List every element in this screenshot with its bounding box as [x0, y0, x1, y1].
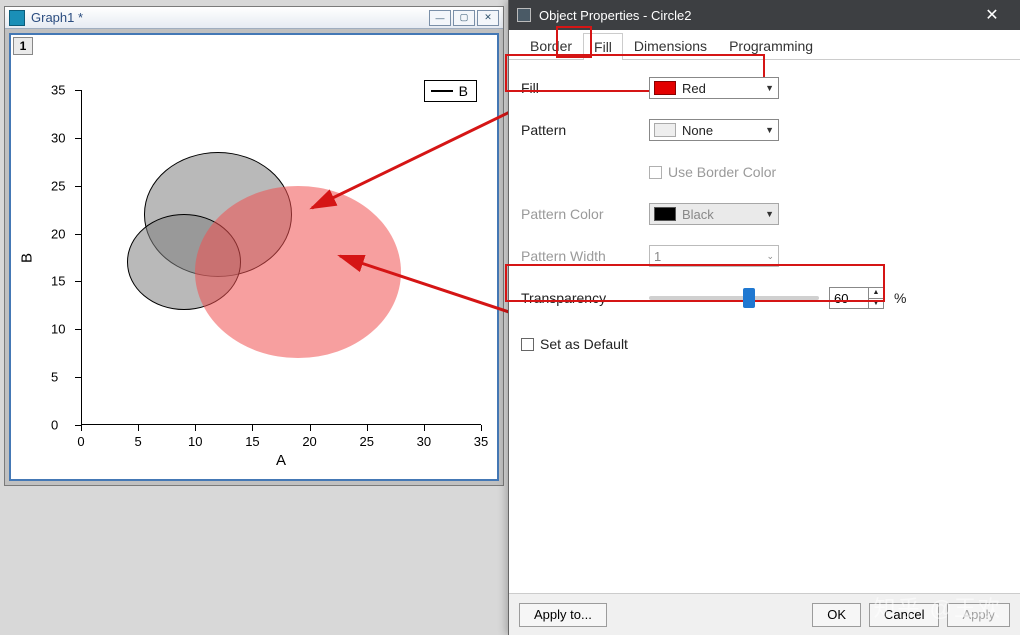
object-properties-dialog: Object Properties - Circle2 ✕ BorderFill… — [508, 0, 1020, 635]
fill-value: Red — [682, 81, 759, 96]
tick-label-x: 0 — [77, 434, 84, 449]
pattern-combo[interactable]: None ▼ — [649, 119, 779, 141]
tick-label-y: 35 — [51, 83, 65, 98]
graph-window: Graph1 * — ▢ ✕ 1 B A B 05101520253035051… — [4, 6, 504, 486]
apply-button[interactable]: Apply — [947, 603, 1010, 627]
dialog-content: Fill Red ▼ Pattern None ▼ Use Border Col… — [509, 60, 1020, 593]
chevron-down-icon: ⌄ — [766, 251, 774, 262]
close-icon[interactable]: ✕ — [972, 5, 1012, 25]
dialog-footer: Apply to... OK Cancel Apply — [509, 593, 1020, 635]
tick-label-y: 10 — [51, 322, 65, 337]
tick-x — [195, 425, 196, 431]
tick-y — [75, 329, 81, 330]
tick-label-x: 10 — [188, 434, 202, 449]
tick-label-y: 20 — [51, 226, 65, 241]
graph-body: 1 B A B 0510152025303505101520253035 — [9, 33, 499, 481]
tick-label-y: 30 — [51, 130, 65, 145]
tick-label-y: 15 — [51, 274, 65, 289]
ok-button[interactable]: OK — [812, 603, 861, 627]
tick-label-x: 30 — [417, 434, 431, 449]
transparency-unit: % — [894, 290, 906, 306]
tick-x — [367, 425, 368, 431]
tick-x — [481, 425, 482, 431]
layer-tab[interactable]: 1 — [13, 37, 33, 55]
tick-label-x: 15 — [245, 434, 259, 449]
tick-y — [75, 377, 81, 378]
tick-y — [75, 425, 81, 426]
pattern-width-label: Pattern Width — [521, 248, 639, 264]
tick-label-x: 25 — [359, 434, 373, 449]
graph-titlebar[interactable]: Graph1 * — ▢ ✕ — [5, 7, 503, 29]
chevron-down-icon: ▼ — [765, 209, 774, 219]
tick-label-x: 20 — [302, 434, 316, 449]
graph-icon — [9, 10, 25, 26]
checkbox-box — [521, 338, 534, 351]
pattern-value: None — [682, 123, 759, 138]
dialog-icon — [517, 8, 531, 22]
tick-x — [138, 425, 139, 431]
slider-thumb[interactable] — [743, 288, 755, 308]
minimize-button[interactable]: — — [429, 10, 451, 26]
tick-x — [81, 425, 82, 431]
transparency-slider[interactable] — [649, 296, 819, 300]
pattern-label: Pattern — [521, 122, 639, 138]
tick-label-y: 25 — [51, 178, 65, 193]
apply-to-button[interactable]: Apply to... — [519, 603, 607, 627]
use-border-color-label: Use Border Color — [668, 164, 776, 180]
pattern-swatch — [654, 123, 676, 137]
plot-area[interactable]: B A B 0510152025303505101520253035 — [81, 90, 481, 425]
shape-circle2[interactable] — [195, 186, 401, 358]
tick-y — [75, 234, 81, 235]
tick-label-x: 5 — [135, 434, 142, 449]
tick-y — [75, 138, 81, 139]
pattern-color-label: Pattern Color — [521, 206, 639, 222]
cancel-button[interactable]: Cancel — [869, 603, 939, 627]
tick-y — [75, 281, 81, 282]
chevron-down-icon: ▼ — [765, 125, 774, 135]
maximize-button[interactable]: ▢ — [453, 10, 475, 26]
tick-y — [75, 90, 81, 91]
set-default-checkbox[interactable]: Set as Default — [521, 336, 628, 352]
tick-label-x: 35 — [474, 434, 488, 449]
tick-x — [424, 425, 425, 431]
graph-title: Graph1 * — [31, 10, 429, 25]
tick-y — [75, 186, 81, 187]
chevron-down-icon: ▼ — [765, 83, 774, 93]
tick-label-y: 5 — [51, 370, 58, 385]
tick-x — [310, 425, 311, 431]
pattern-width-value: 1 — [654, 249, 762, 264]
pattern-color-swatch — [654, 207, 676, 221]
axis-label-x: A — [276, 452, 286, 469]
tick-label-y: 0 — [51, 418, 58, 433]
use-border-color-checkbox: Use Border Color — [649, 164, 776, 180]
tick-x — [252, 425, 253, 431]
pattern-color-value: Black — [682, 207, 759, 222]
set-default-label: Set as Default — [540, 336, 628, 352]
pattern-color-combo: Black ▼ — [649, 203, 779, 225]
checkbox-box — [649, 166, 662, 179]
axis-label-y: B — [19, 252, 36, 262]
fill-swatch — [654, 81, 676, 95]
fill-combo[interactable]: Red ▼ — [649, 77, 779, 99]
close-button[interactable]: ✕ — [477, 10, 499, 26]
dialog-title: Object Properties - Circle2 — [539, 8, 972, 23]
